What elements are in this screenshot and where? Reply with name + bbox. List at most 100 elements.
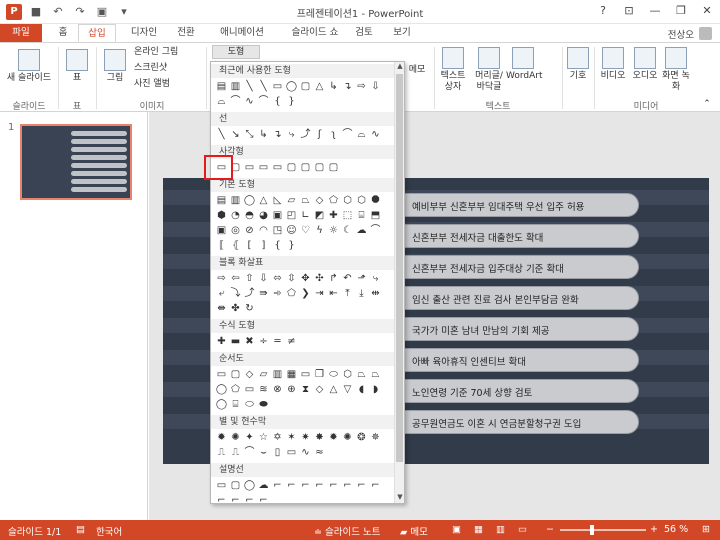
bevel-shape-icon[interactable]: ▣ (215, 224, 228, 237)
connector-shape-icon[interactable]: ↳ (327, 80, 340, 93)
line-callout-shape-icon[interactable]: ⌐ (243, 494, 256, 503)
minimize-button[interactable]: — (642, 0, 668, 22)
double-brace-shape-icon[interactable]: ⦃ (229, 239, 242, 252)
online-picture-button[interactable]: 온라인 그림 (134, 47, 178, 58)
snip-rect-shape-icon[interactable]: ▭ (243, 161, 256, 174)
punched-tape-shape-icon[interactable]: ≋ (257, 383, 270, 396)
bent-up-arrow-shape-icon[interactable]: ⬏ (355, 272, 368, 285)
document-shape-icon[interactable]: ▭ (299, 368, 312, 381)
arrow-down-shape-icon[interactable]: ⇩ (369, 80, 382, 93)
heart-shape-icon[interactable]: ♡ (299, 224, 312, 237)
callout-arrow-shape-icon[interactable]: ⇤ (327, 287, 340, 300)
brace-shape-icon[interactable]: } (285, 95, 298, 108)
curve-shape-icon[interactable]: ⌒ (229, 95, 242, 108)
striped-arrow-shape-icon[interactable]: ⇛ (257, 287, 270, 300)
line-callout-shape-icon[interactable]: ⌐ (369, 479, 382, 492)
line-callout-shape-icon[interactable]: ⌐ (327, 479, 340, 492)
header-footer-button[interactable]: 머리글/바닥글 (472, 47, 506, 93)
lightning-shape-icon[interactable]: ϟ (313, 224, 326, 237)
tab-design[interactable]: 디자인 (124, 24, 164, 42)
arrow-left-right-shape-icon[interactable]: ⬄ (271, 272, 284, 285)
curved-arrow-shape-icon[interactable]: ⤶ (215, 287, 228, 300)
arc-shape-icon[interactable]: ⌒ (257, 95, 270, 108)
language-label[interactable]: 한국어 (96, 524, 122, 538)
curve-shape-icon[interactable]: ⌒ (341, 128, 354, 141)
cloud-shape-icon[interactable]: ☁ (355, 224, 368, 237)
gallery-scrollbar[interactable]: ▲ ▼ (394, 62, 404, 503)
chord-shape-icon[interactable]: ◓ (243, 209, 256, 222)
arrow-up-shape-icon[interactable]: ⇧ (243, 272, 256, 285)
delay-shape-icon[interactable]: ◗ (369, 383, 382, 396)
collate-shape-icon[interactable]: ⧗ (299, 383, 312, 396)
shapes-button[interactable]: 도형 (212, 45, 260, 59)
slideshow-view-icon[interactable]: ▭ (518, 524, 527, 535)
scribble-shape-icon[interactable]: ∿ (369, 128, 382, 141)
star-4-shape-icon[interactable]: ✦ (243, 431, 256, 444)
magnetic-disk-shape-icon[interactable]: ⌸ (229, 398, 242, 411)
slide-sorter-icon[interactable]: ▦ (474, 524, 483, 535)
elbow-connector-shape-icon[interactable]: ↳ (257, 128, 270, 141)
line-callout-shape-icon[interactable]: ⌐ (341, 479, 354, 492)
multidocument-shape-icon[interactable]: ❐ (313, 368, 326, 381)
line-callout-shape-icon[interactable]: ⌐ (229, 494, 242, 503)
brace-shape-icon[interactable]: { (271, 95, 284, 108)
manual-operation-shape-icon[interactable]: ⏢ (369, 368, 382, 381)
slide-thumbnail[interactable] (20, 124, 132, 200)
donut-shape-icon[interactable]: ◎ (229, 224, 242, 237)
tab-transitions[interactable]: 전환 (170, 24, 202, 42)
elbow-connector-shape-icon[interactable]: ⤷ (285, 128, 298, 141)
star-7-shape-icon[interactable]: ✶ (285, 431, 298, 444)
triangle-shape-icon[interactable]: △ (313, 80, 326, 93)
callout-arrow-shape-icon[interactable]: ⤓ (355, 287, 368, 300)
cube-shape-icon[interactable]: ⬒ (369, 209, 382, 222)
heptagon-shape-icon[interactable]: ⬡ (355, 194, 368, 207)
freeform-shape-icon[interactable]: ⌓ (215, 95, 228, 108)
ribbon-shape-icon[interactable]: ⎍ (215, 446, 228, 459)
restore-button[interactable]: ❐ (668, 0, 694, 22)
curved-connector-shape-icon[interactable]: ʅ (327, 128, 340, 141)
right-triangle-shape-icon[interactable]: ◺ (271, 194, 284, 207)
zoom-slider[interactable] (560, 529, 646, 531)
explosion-shape-icon[interactable]: ✹ (215, 431, 228, 444)
connector-shape-icon[interactable]: ↴ (341, 80, 354, 93)
equal-shape-icon[interactable]: ═ (271, 335, 284, 348)
zoom-level[interactable]: 56 % (664, 524, 688, 535)
star-12-shape-icon[interactable]: ✹ (327, 431, 340, 444)
star-24-shape-icon[interactable]: ❂ (355, 431, 368, 444)
wave-shape-icon[interactable]: ∿ (299, 446, 312, 459)
tab-review[interactable]: 검토 (350, 24, 378, 42)
help-button[interactable]: ? (590, 0, 616, 22)
zoom-slider-handle[interactable] (590, 525, 594, 535)
right-bracket-shape-icon[interactable]: ] (257, 239, 270, 252)
snip-rect-shape-icon[interactable]: ▭ (271, 161, 284, 174)
double-bracket-shape-icon[interactable]: ⟦ (215, 239, 228, 252)
spellcheck-icon[interactable]: ▤ (76, 524, 85, 535)
terminator-shape-icon[interactable]: ⬭ (327, 368, 340, 381)
predefined-process-shape-icon[interactable]: ▥ (271, 368, 284, 381)
quad-callout-shape-icon[interactable]: ✤ (229, 302, 242, 315)
star-5-shape-icon[interactable]: ☆ (257, 431, 270, 444)
tab-slideshow[interactable]: 슬라이드 쇼 (282, 24, 348, 42)
line-callout-shape-icon[interactable]: ⌐ (285, 479, 298, 492)
moon-shape-icon[interactable]: ☾ (341, 224, 354, 237)
curve-shape-icon[interactable]: ∿ (243, 95, 256, 108)
screen-record-button[interactable]: 화면 녹화 (662, 47, 690, 93)
table-button[interactable]: 표 (62, 49, 92, 84)
oval-shape-icon[interactable]: ◯ (243, 194, 256, 207)
collapse-ribbon-icon[interactable]: ⌃ (700, 99, 714, 110)
round-rect-shape-icon[interactable]: ▢ (285, 161, 298, 174)
triangle-shape-icon[interactable]: △ (257, 194, 270, 207)
wordart-button[interactable]: WordArt (506, 47, 543, 82)
internal-storage-shape-icon[interactable]: ▦ (285, 368, 298, 381)
ribbon-display-options-icon[interactable]: ⊡ (616, 0, 642, 22)
circular-arrow-shape-icon[interactable]: ↻ (243, 302, 256, 315)
list-item[interactable]: 03 신혼부부 전세자금 입주대상 기준 확대 (376, 255, 639, 279)
left-bracket-shape-icon[interactable]: [ (243, 239, 256, 252)
round-rect-shape-icon[interactable]: ▢ (299, 161, 312, 174)
arrow-right-shape-icon[interactable]: ⇨ (355, 80, 368, 93)
block-arc-shape-icon[interactable]: ◠ (257, 224, 270, 237)
list-item[interactable]: 01 예비부부 신혼부부 임대주택 우선 입주 허용 (376, 193, 639, 217)
frame-shape-icon[interactable]: ▣ (271, 209, 284, 222)
list-item[interactable]: 02 신혼부부 전세자금 대출한도 확대 (376, 224, 639, 248)
display-shape-icon[interactable]: ⬬ (257, 398, 270, 411)
